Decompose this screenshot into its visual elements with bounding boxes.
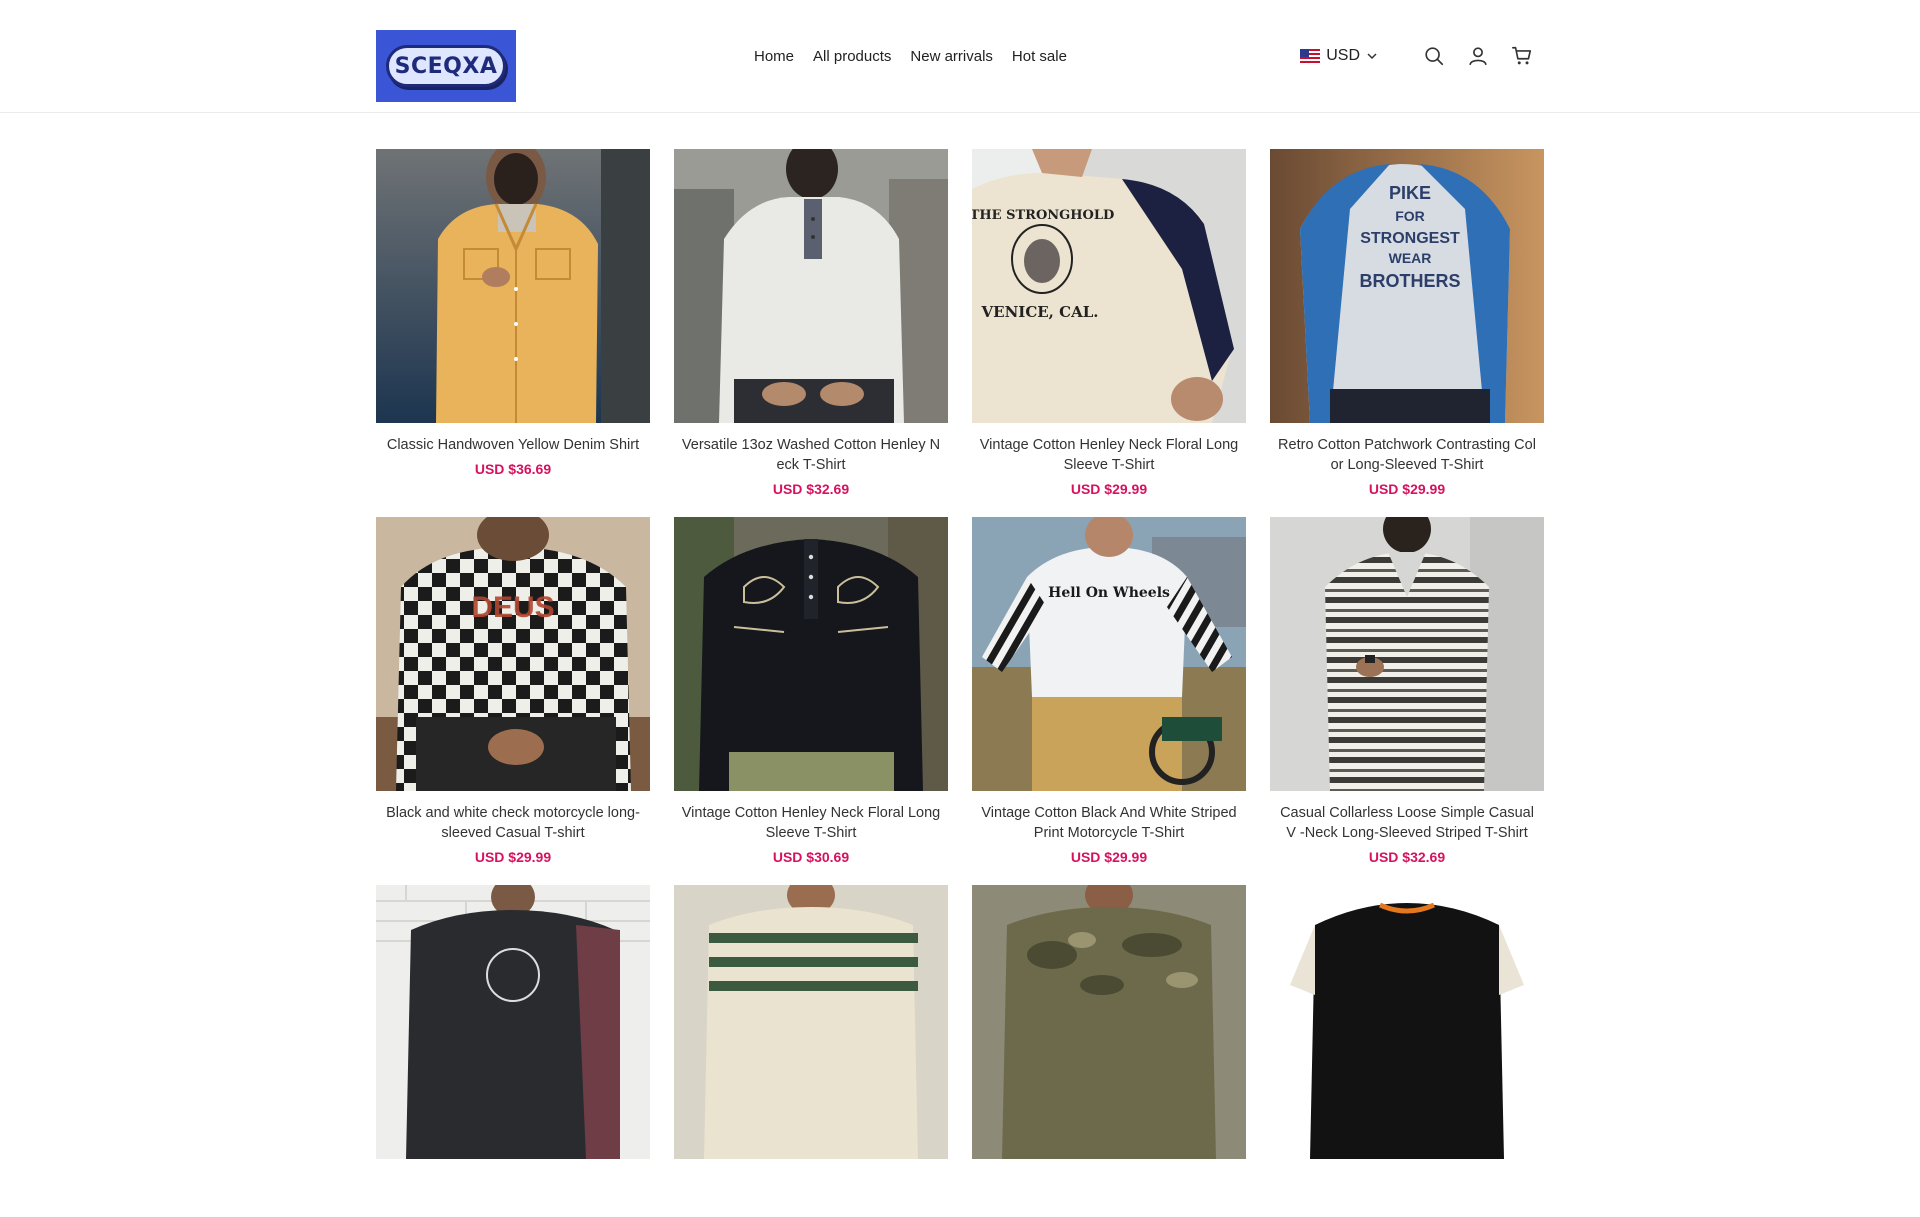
pike-print: PIKE: [1389, 183, 1431, 203]
product-price: USD $29.99: [1070, 481, 1148, 497]
product-image[interactable]: [376, 149, 650, 423]
logo-badge: SCEQXA: [386, 45, 506, 87]
nav-home[interactable]: Home: [754, 48, 794, 65]
cart-button[interactable]: [1510, 44, 1534, 68]
currency-label: USD: [1326, 47, 1360, 64]
product-card[interactable]: Classic Handwoven Yellow Denim Shirt USD…: [376, 149, 650, 497]
product-title[interactable]: Casual Collarless Loose Simple Casual V …: [1276, 803, 1538, 843]
product-image[interactable]: DEUS: [376, 517, 650, 791]
search-button[interactable]: [1422, 44, 1446, 68]
us-flag-icon: [1300, 49, 1321, 63]
for-print: FOR: [1395, 208, 1425, 224]
product-card[interactable]: Hell On Wheels Vintage Cotton Black And …: [972, 517, 1246, 865]
nav-hot-sale[interactable]: Hot sale: [1012, 48, 1067, 65]
product-title[interactable]: Retro Cotton Patchwork Contrasting Col o…: [1276, 435, 1538, 475]
product-card[interactable]: [972, 885, 1246, 1217]
site-header: SCEQXA Home All products New arrivals Ho…: [0, 0, 1920, 113]
product-title[interactable]: [978, 1171, 1240, 1211]
currency-selector[interactable]: USD: [1300, 47, 1378, 65]
product-grid: Classic Handwoven Yellow Denim Shirt USD…: [376, 149, 1544, 1217]
strongest-print: STRONGEST: [1360, 230, 1460, 247]
product-price: USD $32.69: [1368, 849, 1446, 865]
product-title[interactable]: [680, 1171, 942, 1211]
product-image[interactable]: [674, 517, 948, 791]
svg-text:DEUS: DEUS: [471, 591, 554, 624]
chevron-down-icon: [1367, 53, 1377, 60]
product-card[interactable]: DEUS Black and white check motorcycle lo…: [376, 517, 650, 865]
stronghold-print: THE STRONGHOLD: [972, 208, 1114, 223]
header-inner: SCEQXA Home All products New arrivals Ho…: [376, 0, 1544, 112]
product-title[interactable]: Vintage Cotton Henley Neck Floral Long S…: [978, 435, 1240, 475]
product-card[interactable]: Versatile 13oz Washed Cotton Henley N ec…: [674, 149, 948, 497]
product-card[interactable]: [1270, 885, 1544, 1217]
product-image[interactable]: [376, 885, 650, 1159]
product-card[interactable]: Vintage Cotton Henley Neck Floral Long S…: [674, 517, 948, 865]
product-card[interactable]: [674, 885, 948, 1217]
venice-print: VENICE, CAL.: [981, 303, 1099, 321]
brothers-print: BROTHERS: [1359, 271, 1460, 291]
product-title[interactable]: Vintage Cotton Black And White Striped P…: [978, 803, 1240, 843]
product-image[interactable]: PIKE FOR STRONGEST WEAR BROTHERS: [1270, 149, 1544, 423]
product-image[interactable]: Hell On Wheels: [972, 517, 1246, 791]
cart-icon: [1512, 46, 1532, 65]
account-button[interactable]: [1466, 44, 1490, 68]
product-card[interactable]: Casual Collarless Loose Simple Casual V …: [1270, 517, 1544, 865]
product-title[interactable]: Versatile 13oz Washed Cotton Henley N ec…: [680, 435, 942, 475]
product-card[interactable]: PIKE FOR STRONGEST WEAR BROTHERS Retro C…: [1270, 149, 1544, 497]
product-title[interactable]: Classic Handwoven Yellow Denim Shirt: [382, 435, 644, 455]
product-image[interactable]: [674, 885, 948, 1159]
product-image[interactable]: [674, 149, 948, 423]
product-title[interactable]: Vintage Cotton Henley Neck Floral Long S…: [680, 803, 942, 843]
product-price: USD $30.69: [772, 849, 850, 865]
product-price: USD $29.99: [474, 849, 552, 865]
header-tools: USD: [1300, 0, 1534, 112]
product-title[interactable]: [1276, 1171, 1538, 1211]
product-image[interactable]: THE STRONGHOLD VENICE, CAL.: [972, 149, 1246, 423]
product-price: USD $36.69: [474, 461, 552, 477]
main-nav: Home All products New arrivals Hot sale: [754, 0, 1067, 112]
product-price: USD $29.99: [1368, 481, 1446, 497]
site-logo[interactable]: SCEQXA: [376, 30, 516, 102]
product-title[interactable]: [382, 1171, 644, 1211]
nav-new-arrivals[interactable]: New arrivals: [910, 48, 993, 65]
search-icon: [1425, 47, 1444, 66]
product-price: USD $29.99: [1070, 849, 1148, 865]
logo-text: SCEQXA: [394, 53, 498, 79]
product-card[interactable]: [376, 885, 650, 1217]
product-price: USD $32.69: [772, 481, 850, 497]
wear-print: WEAR: [1389, 250, 1432, 266]
product-image[interactable]: [972, 885, 1246, 1159]
product-image[interactable]: [1270, 885, 1544, 1159]
svg-text:Hell On Wheels: Hell On Wheels: [1048, 585, 1170, 601]
nav-all-products[interactable]: All products: [813, 48, 891, 65]
product-card[interactable]: THE STRONGHOLD VENICE, CAL. Vintage Cott…: [972, 149, 1246, 497]
user-icon: [1469, 47, 1487, 66]
product-title[interactable]: Black and white check motorcycle long-sl…: [382, 803, 644, 843]
product-image[interactable]: [1270, 517, 1544, 791]
